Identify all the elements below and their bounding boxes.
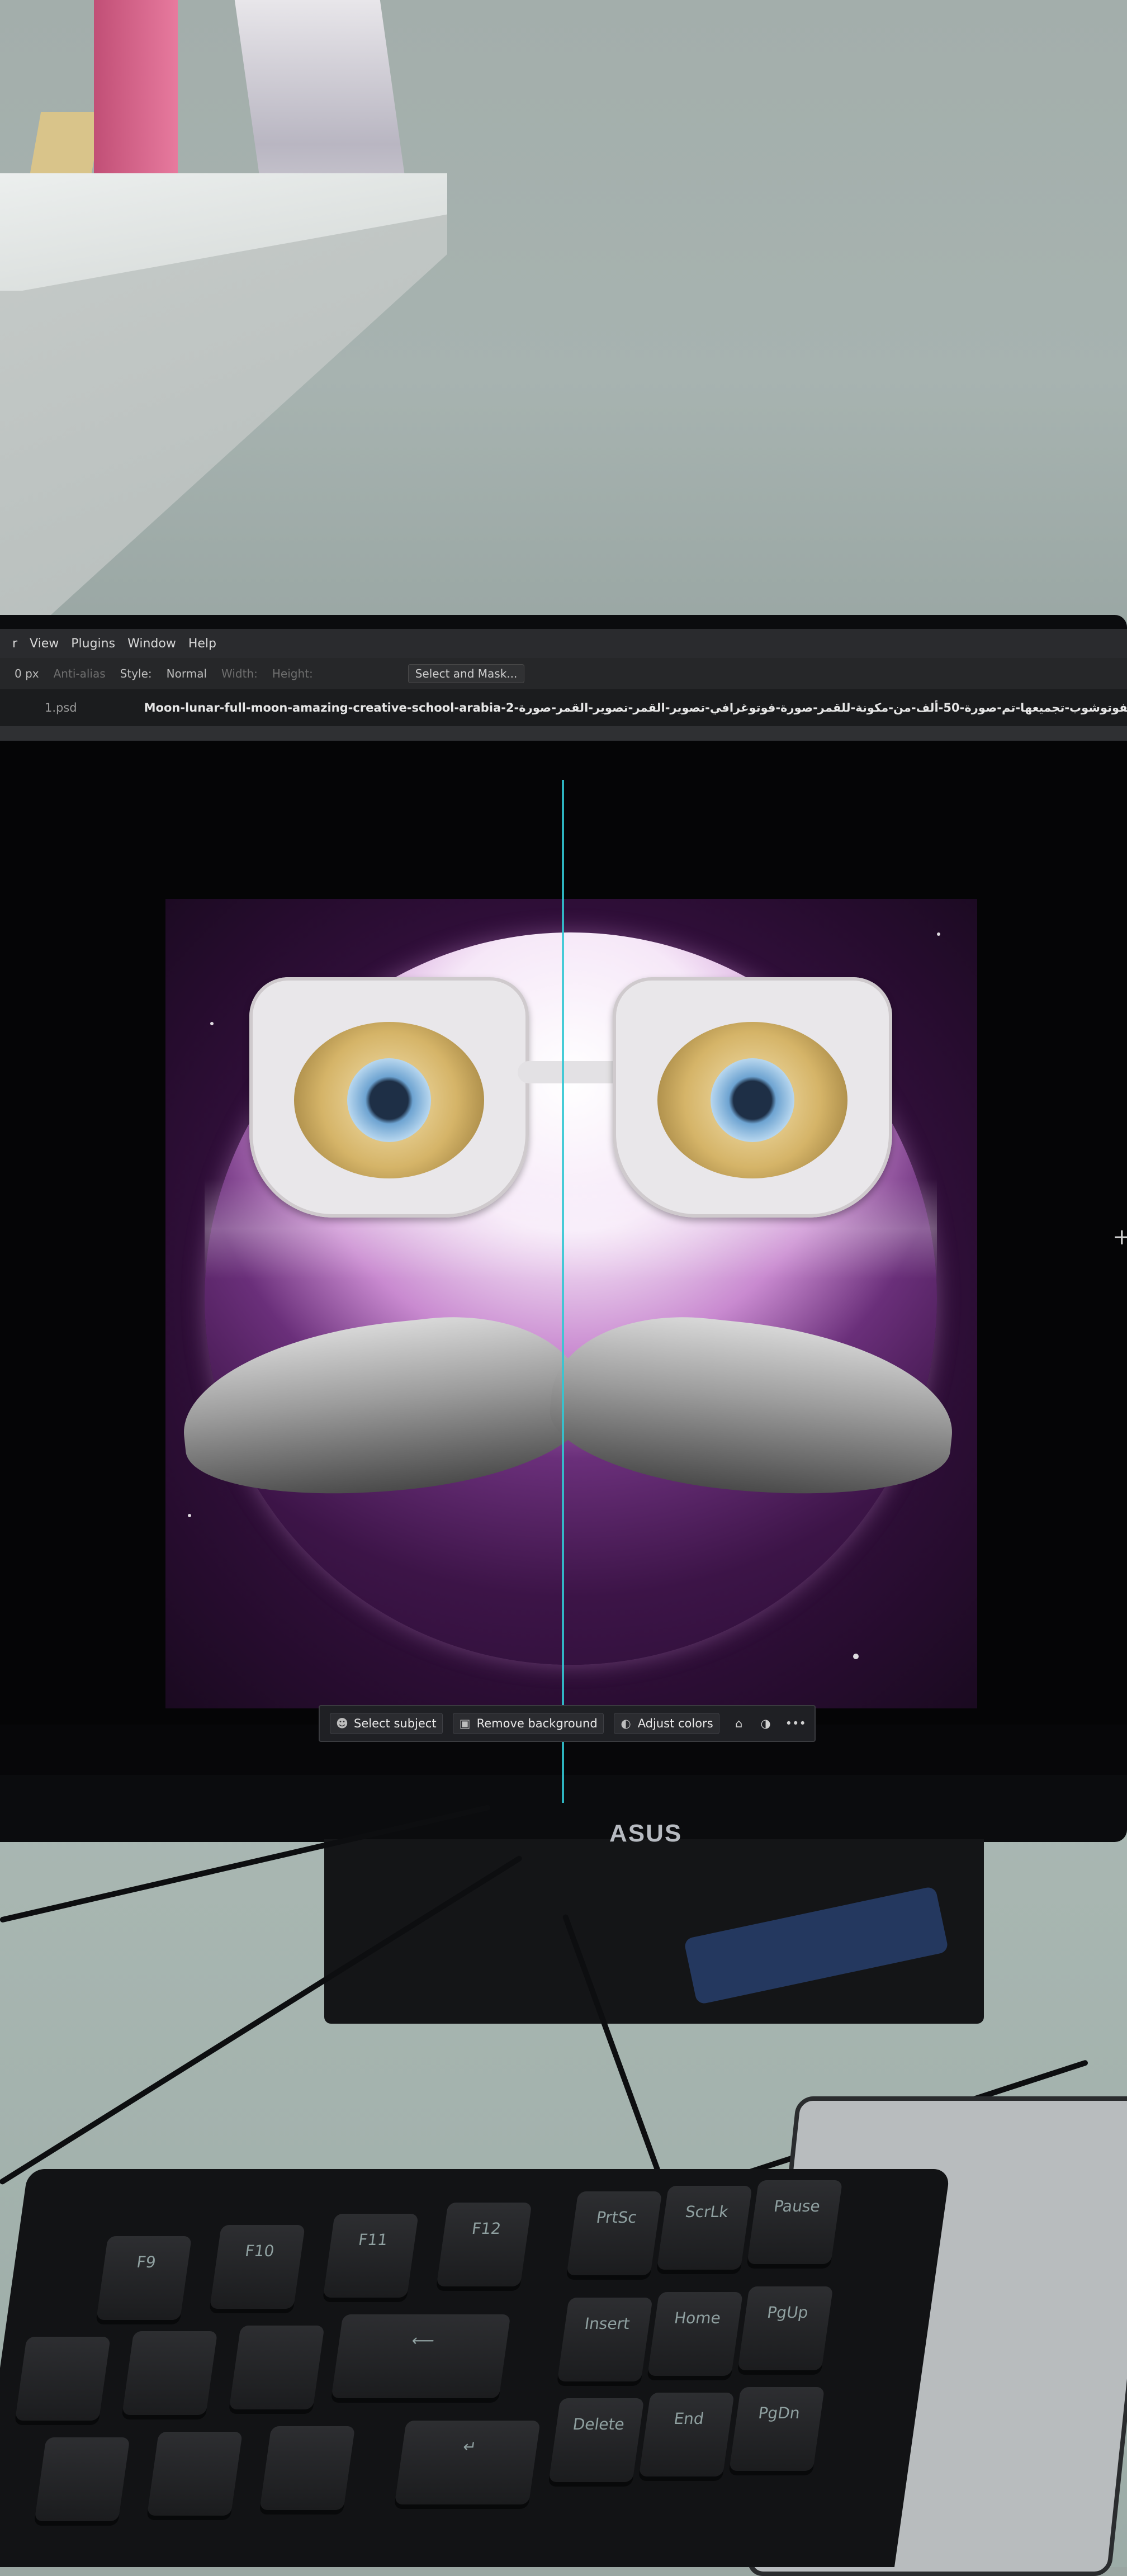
select-subject-label: Select subject [354,1717,437,1730]
key-prtsc[interactable]: PrtSc [566,2191,662,2275]
key-insert[interactable]: Insert [557,2298,653,2381]
key-f9[interactable]: F9 [96,2236,192,2320]
width-label: Width: [221,667,258,680]
menu-item-help[interactable]: Help [188,637,216,651]
remove-background-button[interactable]: ▣ Remove background [452,1713,604,1734]
eye-left [294,1022,484,1178]
moustache-right-half [543,1303,962,1512]
key-home[interactable]: Home [647,2292,744,2376]
key-pause[interactable]: Pause [747,2180,843,2264]
more-options-icon[interactable]: ••• [785,1717,806,1730]
key-scrlk[interactable]: ScrLk [656,2186,752,2270]
key[interactable] [146,2432,243,2516]
iris-right [711,1058,794,1142]
glasses-lens-left [249,977,529,1218]
select-and-mask-button[interactable]: Select and Mask... [408,664,525,683]
star [853,1654,859,1659]
document-tab-active[interactable]: Moon-lunar-full-moon-amazing-creative-sc… [144,701,1127,714]
shelf-book-pink [94,0,178,201]
menu-item-window[interactable]: Window [127,637,176,651]
key[interactable] [34,2437,130,2521]
key[interactable] [15,2337,111,2421]
moustache-left-half [174,1303,593,1512]
adjust-colors-label: Adjust colors [637,1717,713,1730]
monitor-brand-logo: ASUS [609,1820,683,1847]
crosshair-cursor-icon: + [1112,1224,1127,1250]
transform-icon[interactable]: ⌂ [732,1717,746,1730]
palette-icon: ◐ [621,1717,631,1730]
moustache [174,1303,962,1512]
glasses-bridge [518,1061,624,1083]
key-end[interactable]: End [638,2393,735,2476]
white-glasses [249,977,892,1218]
mask-icon[interactable]: ◑ [759,1717,773,1730]
remove-background-label: Remove background [476,1717,598,1730]
star [188,1514,191,1517]
eye-right [657,1022,847,1178]
vertical-guide-line[interactable] [562,780,564,1803]
star [210,1022,214,1025]
keyboard: F9 F10 F11 F12 PrtSc ScrLk Pause Insert … [0,2169,951,2567]
select-subject-button[interactable]: ☻ Select subject [330,1713,443,1734]
antialias-checkbox-label[interactable]: Anti-alias [54,667,106,680]
document-tab-psd[interactable]: 1.psd [45,701,77,714]
key-delete[interactable]: Delete [548,2398,645,2482]
key[interactable] [229,2326,325,2409]
glasses-lens-right [613,977,892,1218]
key-f12[interactable]: F12 [436,2203,532,2286]
key-enter[interactable]: ↵ [394,2421,541,2504]
key[interactable] [122,2331,218,2415]
feather-value[interactable]: 0 px [15,667,39,680]
iris-left [347,1058,431,1142]
key-f10[interactable]: F10 [209,2225,305,2309]
key-pgup[interactable]: PgUp [737,2286,834,2370]
document-tab-bar: 1.psd Moon-lunar-full-moon-amazing-creat… [0,689,1127,726]
key[interactable] [259,2426,356,2510]
key-backspace[interactable]: ⟵ [331,2314,511,2398]
star [937,932,940,936]
options-bar: 0 px Anti-alias Style: Normal Width: Hei… [0,658,1127,689]
person-icon: ☻ [336,1717,348,1730]
menu-bar: r View Plugins Window Help [0,629,1127,658]
height-label: Height: [272,667,313,680]
key-pgdn[interactable]: PgDn [729,2387,825,2471]
style-select[interactable]: Normal [167,667,207,680]
contextual-task-bar: ☻ Select subject ▣ Remove background ◐ A… [319,1705,816,1742]
menu-item-view[interactable]: View [30,637,59,651]
style-label: Style: [120,667,152,680]
key-f11[interactable]: F11 [323,2214,419,2298]
horizontal-ruler [0,726,1127,741]
image-icon: ▣ [459,1717,471,1730]
document-canvas[interactable] [165,899,977,1708]
adjust-colors-button[interactable]: ◐ Adjust colors [613,1713,719,1734]
menu-item-plugins[interactable]: Plugins [71,637,115,651]
menu-item-edit[interactable]: r [12,637,17,651]
